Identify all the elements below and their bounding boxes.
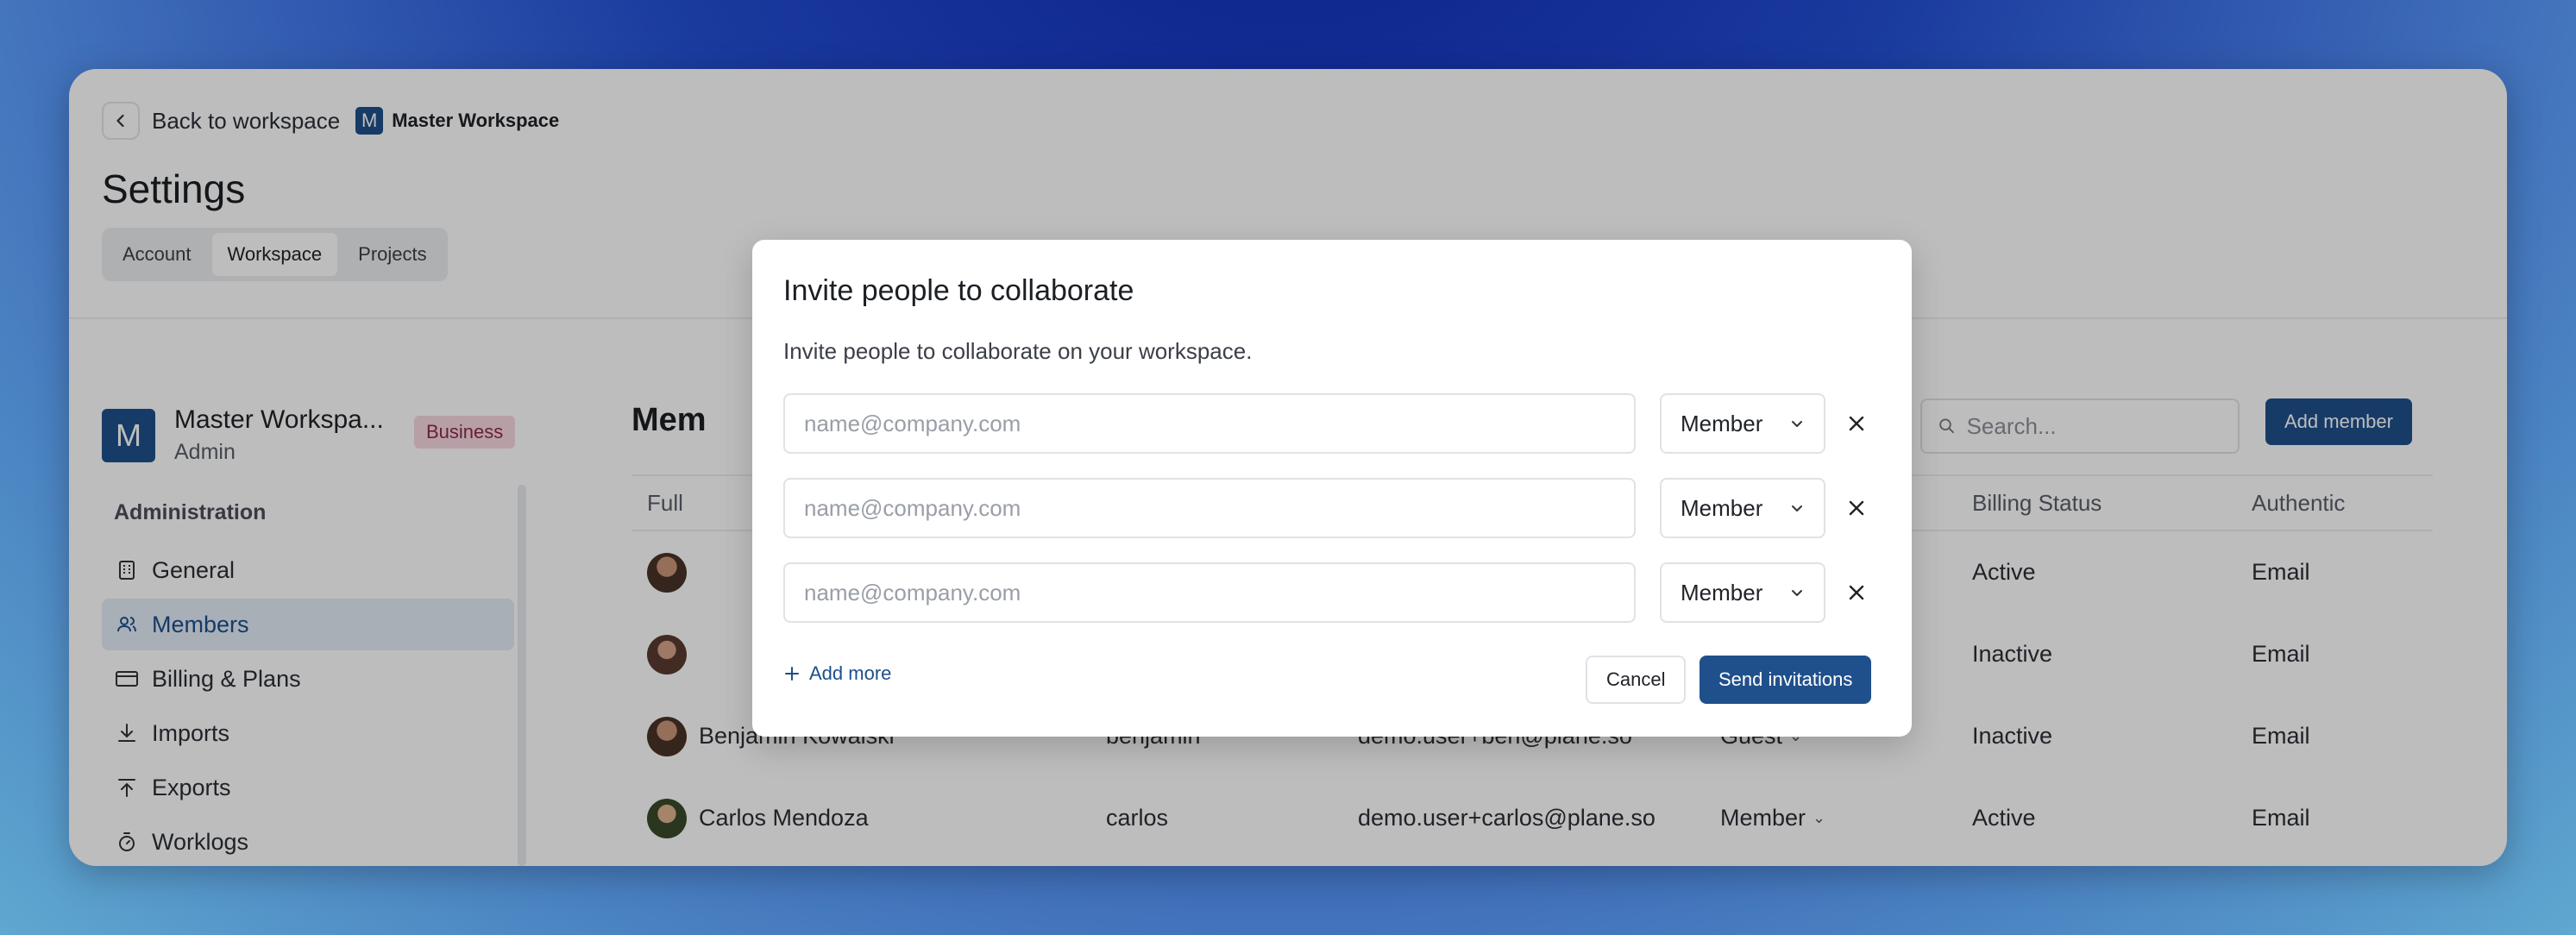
remove-invite-button[interactable] [1838,489,1875,527]
plus-icon [785,667,799,681]
role-select-value: Member [1681,410,1763,436]
invite-email-input[interactable] [783,562,1636,623]
invite-email-input[interactable] [783,393,1636,454]
close-icon [1849,500,1864,516]
cancel-button[interactable]: Cancel [1586,656,1687,704]
close-icon [1849,585,1864,600]
close-icon [1849,416,1864,431]
invite-row: Member [783,562,1888,623]
modal-description: Invite people to collaborate on your wor… [783,338,1253,364]
invite-modal: Invite people to collaborate Invite peop… [752,240,1912,737]
add-more-label: Add more [809,662,892,684]
chevron-down-icon [1792,590,1802,596]
role-select-value: Member [1681,579,1763,606]
invite-role-select[interactable]: Member [1660,393,1825,454]
chevron-down-icon [1792,505,1802,511]
invite-role-select[interactable]: Member [1660,478,1825,538]
chevron-down-icon [1792,421,1802,427]
role-select-value: Member [1681,494,1763,521]
invite-email-input[interactable] [783,478,1636,538]
modal-title: Invite people to collaborate [783,274,1134,307]
settings-window: Back to workspace M Master Workspace Set… [69,69,2507,866]
invite-row: Member [783,478,1888,538]
invite-role-select[interactable]: Member [1660,562,1825,623]
add-more-button[interactable]: Add more [783,662,891,685]
send-invitations-button[interactable]: Send invitations [1700,656,1872,704]
remove-invite-button[interactable] [1838,405,1875,442]
remove-invite-button[interactable] [1838,574,1875,612]
invite-row: Member [783,393,1888,454]
